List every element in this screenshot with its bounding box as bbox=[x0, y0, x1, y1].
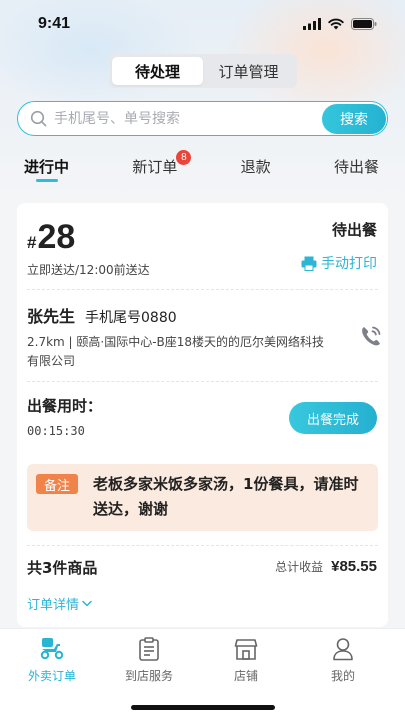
status-icons bbox=[303, 18, 377, 30]
manual-print-button[interactable]: 手动打印 bbox=[301, 253, 377, 273]
tabbar-takeout-orders[interactable]: 外卖订单 bbox=[22, 629, 82, 684]
tabbar-label: 我的 bbox=[330, 669, 355, 683]
delivery-time: 立即送达/12:00前送达 bbox=[27, 263, 150, 277]
order-number: # 28 bbox=[27, 217, 75, 257]
goods-count: 共3件商品 bbox=[27, 559, 98, 577]
divider bbox=[27, 289, 378, 290]
view-switch: 待处理 订单管理 bbox=[109, 54, 297, 88]
divider bbox=[27, 381, 378, 382]
scooter-icon bbox=[39, 636, 65, 662]
order-detail-label: 订单详情 bbox=[27, 598, 80, 613]
meal-ready-button[interactable]: 出餐完成 bbox=[289, 402, 377, 434]
tabbar-store[interactable]: 店铺 bbox=[216, 629, 276, 684]
tab-in-progress[interactable]: 进行中 bbox=[24, 148, 69, 188]
store-icon bbox=[233, 636, 259, 662]
segment-pending[interactable]: 待处理 bbox=[112, 57, 203, 85]
order-header: # 28 立即送达/12:00前送达 待出餐 手动打印 bbox=[27, 217, 377, 287]
new-order-badge: 8 bbox=[176, 150, 192, 165]
search-button[interactable]: 搜索 bbox=[322, 103, 386, 134]
search-bar: 搜索 bbox=[17, 101, 388, 136]
printer-icon bbox=[301, 256, 317, 271]
order-tabs: 进行中 新订单 8 退款 待出餐 bbox=[0, 148, 405, 188]
goods-summary: 共3件商品 总计收益 ¥85.55 bbox=[27, 557, 377, 578]
wifi-icon bbox=[328, 18, 344, 30]
total-income: 总计收益 ¥85.55 bbox=[275, 558, 377, 575]
manual-print-label: 手动打印 bbox=[321, 256, 377, 272]
note-text: 老板多家米饭多家汤，1份餐具，请准时送达，谢谢 bbox=[93, 475, 359, 518]
segment-order-management[interactable]: 订单管理 bbox=[203, 57, 294, 85]
meal-prep-section: 出餐用时： 00:15:30 出餐完成 bbox=[27, 395, 377, 445]
divider bbox=[27, 545, 378, 546]
search-input[interactable] bbox=[54, 110, 322, 127]
customer-address: 2.7km | 颐高·国际中心-B座18楼天的的厄尔美网络科技有限公司 bbox=[27, 335, 325, 368]
tabbar-in-store-service[interactable]: 到店服务 bbox=[119, 629, 179, 684]
search-icon bbox=[30, 110, 48, 128]
tabbar-label: 外卖订单 bbox=[27, 669, 76, 683]
tab-awaiting-meal[interactable]: 待出餐 bbox=[334, 148, 379, 188]
income-amount: ¥85.55 bbox=[331, 558, 377, 575]
order-number-value: 28 bbox=[37, 218, 76, 256]
order-status: 待出餐 bbox=[331, 221, 377, 239]
signal-icon bbox=[303, 18, 321, 30]
user-icon bbox=[330, 636, 356, 662]
status-time: 9:41 bbox=[38, 15, 71, 32]
tab-label: 退款 bbox=[240, 158, 271, 176]
income-label: 总计收益 bbox=[275, 560, 324, 574]
customer-info: 张先生 手机尾号0880 2.7km | 颐高·国际中心-B座18楼天的的厄尔美… bbox=[27, 303, 377, 371]
status-bar: 9:41 bbox=[0, 0, 405, 48]
customer-name: 张先生 bbox=[27, 307, 76, 326]
tabbar-mine[interactable]: 我的 bbox=[313, 629, 373, 684]
clipboard-icon bbox=[136, 636, 162, 662]
home-indicator bbox=[131, 705, 275, 710]
chevron-down-icon bbox=[82, 600, 92, 607]
tab-label: 进行中 bbox=[24, 158, 70, 176]
tab-refund[interactable]: 退款 bbox=[241, 148, 271, 188]
tabbar-label: 到店服务 bbox=[124, 669, 173, 683]
order-detail-link[interactable]: 订单详情 bbox=[27, 594, 92, 613]
tab-label: 新订单 bbox=[132, 158, 178, 176]
battery-icon bbox=[351, 18, 377, 30]
order-card: # 28 立即送达/12:00前送达 待出餐 手动打印 张先生 手机尾号0880… bbox=[17, 203, 388, 627]
note-tag: 备注 bbox=[36, 474, 78, 494]
tabbar-label: 店铺 bbox=[233, 669, 258, 683]
tab-label: 待出餐 bbox=[333, 158, 379, 176]
customer-phone: 手机尾号0880 bbox=[85, 310, 177, 326]
tab-new-orders[interactable]: 新订单 8 bbox=[132, 148, 192, 188]
order-note: 备注 老板多家米饭多家汤，1份餐具，请准时送达，谢谢 bbox=[27, 464, 378, 531]
order-hash: # bbox=[27, 233, 37, 252]
phone-call-icon[interactable] bbox=[356, 321, 386, 351]
